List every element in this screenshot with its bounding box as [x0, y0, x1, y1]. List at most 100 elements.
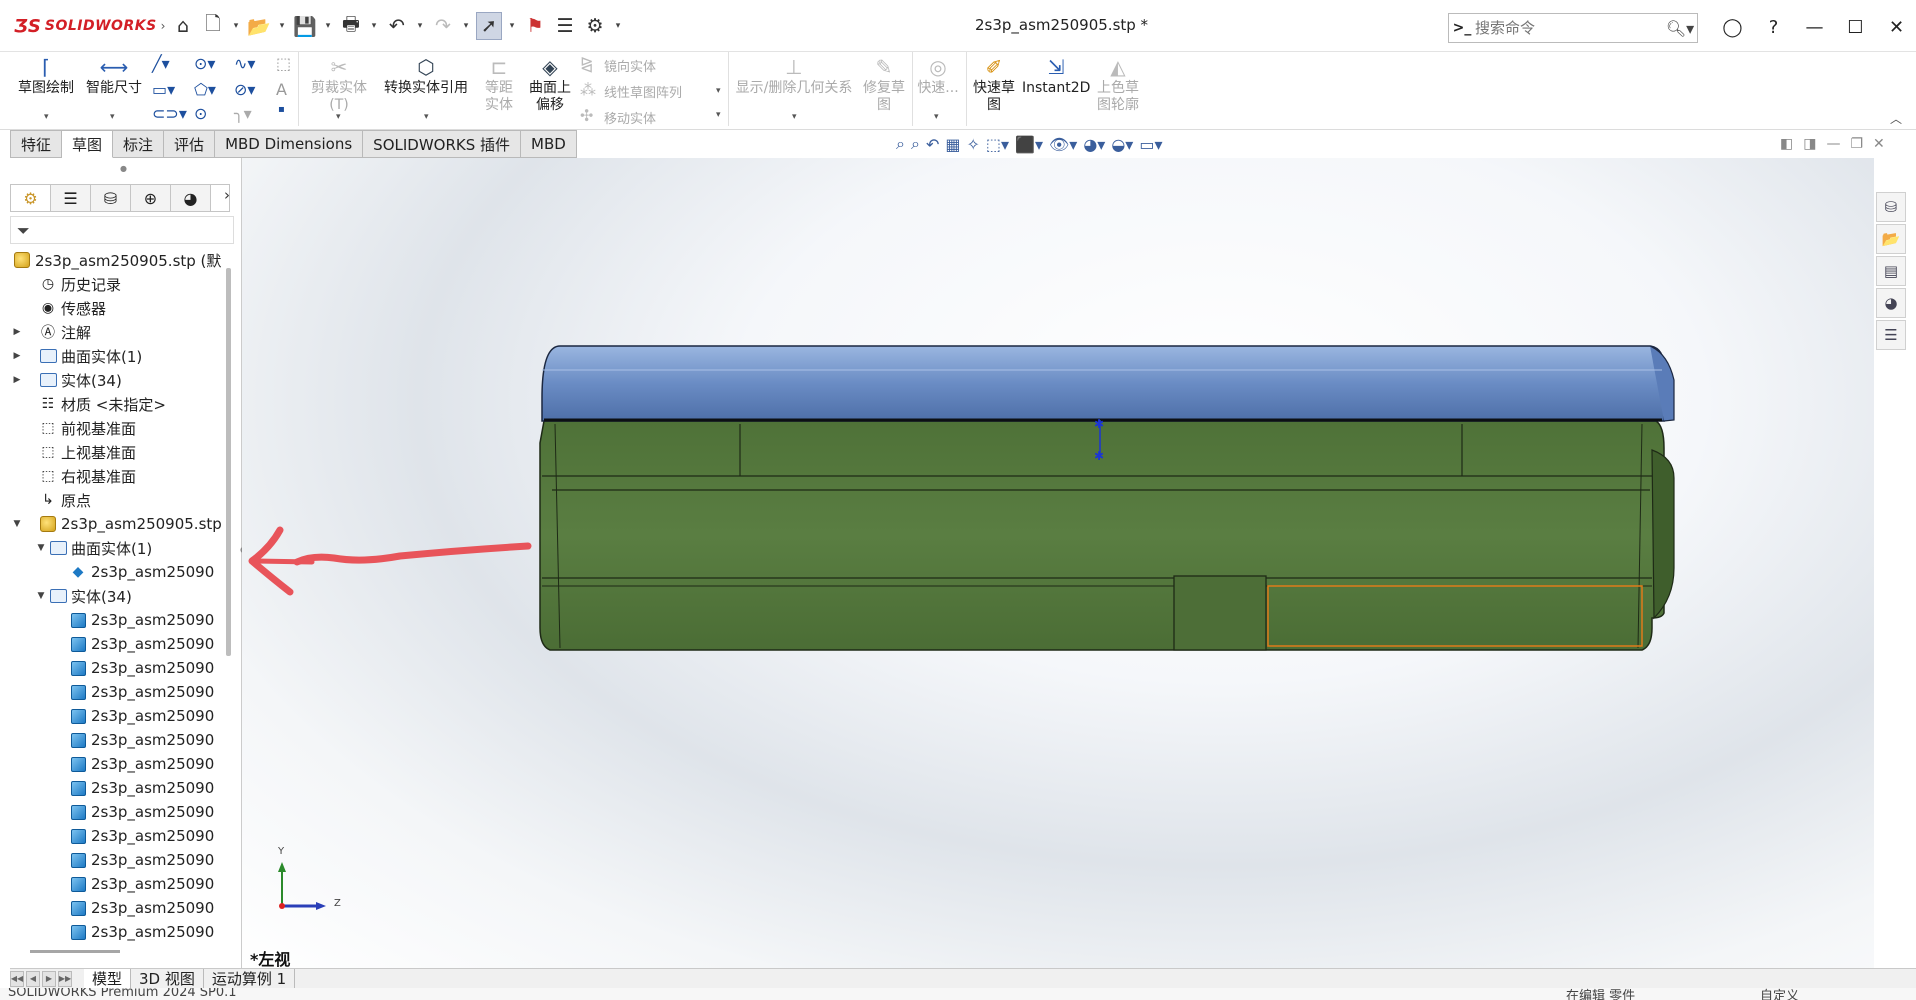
offset-entities-button[interactable]: ⊏ 等距实体: [476, 54, 522, 114]
viewport-close-icon[interactable]: ✕: [1873, 136, 1885, 152]
dynamic-annotation-icon[interactable]: ✧: [966, 135, 979, 154]
pattern-dropdown-icon[interactable]: ▾: [716, 86, 721, 96]
search-input[interactable]: [1475, 19, 1663, 37]
appearances-icon[interactable]: ◕: [1876, 288, 1906, 318]
tab-solidworks-addins[interactable]: SOLIDWORKS 插件: [363, 130, 522, 158]
linear-pattern-label[interactable]: 线性草图阵列: [604, 82, 682, 101]
tree-item-surface-body[interactable]: ◆ 2s3p_asm25090: [68, 560, 215, 584]
snaps-dropdown-icon[interactable]: ▾: [934, 112, 939, 122]
save-dropdown-icon[interactable]: ▾: [322, 21, 334, 31]
rectangle-icon[interactable]: ▭▾: [152, 80, 175, 99]
tab-evaluate[interactable]: 评估: [164, 130, 216, 158]
tab-mbd[interactable]: MBD: [521, 130, 577, 158]
search-icon[interactable]: 🔍︎▾: [1663, 19, 1697, 38]
status-units[interactable]: 自定义: [1760, 988, 1799, 1000]
tree-item-solid-body[interactable]: 2s3p_asm25090: [68, 776, 214, 800]
save-icon[interactable]: 💾: [292, 12, 318, 40]
spline-icon[interactable]: ∿▾: [234, 54, 255, 73]
linear-pattern-icon[interactable]: ⁂: [580, 80, 596, 99]
tree-horizontal-scrollbar[interactable]: [30, 950, 120, 953]
chevron-right-icon[interactable]: ›: [224, 186, 230, 204]
smart-dimension-dropdown-icon[interactable]: ▾: [110, 112, 115, 122]
tree-item-right-plane[interactable]: ⬚ 右视基准面: [24, 464, 136, 488]
fillet-icon[interactable]: ╮▾: [234, 104, 252, 123]
convert-entities-button[interactable]: ⬡ 转换实体引用: [380, 54, 472, 97]
print-dropdown-icon[interactable]: ▾: [368, 21, 380, 31]
chevron-right-icon[interactable]: ›: [161, 19, 166, 33]
tree-item-material[interactable]: ☷ 材质 <未指定>: [24, 392, 166, 416]
tree-item-annotations[interactable]: ▶ Ⓐ 注解: [10, 320, 91, 344]
search-commands[interactable]: >_ 🔍︎▾: [1448, 13, 1698, 43]
tab-features[interactable]: 特征: [10, 130, 63, 158]
collapse-icon[interactable]: ▼: [10, 519, 24, 529]
tree-item-sensors[interactable]: ◉ 传感器: [24, 296, 106, 320]
viewport-restore-icon[interactable]: ❐: [1850, 136, 1863, 152]
repair-sketch-button[interactable]: ✎ 修复草图: [858, 54, 910, 114]
view-orientation-icon[interactable]: ⬚▾: [986, 135, 1009, 154]
redo-icon[interactable]: ↷: [430, 12, 456, 40]
expand-icon[interactable]: ▶: [10, 351, 24, 361]
tree-filter[interactable]: ⏷: [10, 216, 234, 244]
graphics-area[interactable]: ✱ ✱ Y Z *左视: [242, 158, 1874, 969]
zoom-to-area-icon[interactable]: ⌕: [911, 134, 920, 154]
circle-icon[interactable]: ⊙▾: [194, 54, 215, 73]
tree-item-solid-body[interactable]: 2s3p_asm25090: [68, 920, 214, 944]
tab-mbd-dimensions[interactable]: MBD Dimensions: [215, 130, 364, 158]
options-dropdown-icon[interactable]: ▾: [612, 21, 624, 31]
display-delete-relations-button[interactable]: ⊥ 显示/删除几何关系: [734, 54, 854, 97]
point-circle-icon[interactable]: ⊙: [194, 104, 207, 123]
tree-item-solid-body[interactable]: 2s3p_asm25090: [68, 896, 214, 920]
convert-dropdown-icon[interactable]: ▾: [424, 112, 429, 122]
tile-left-icon[interactable]: ◧: [1780, 136, 1793, 152]
display-style-icon[interactable]: ⬛▾: [1015, 135, 1043, 154]
last-tab-icon[interactable]: ▶▶: [58, 970, 72, 987]
line-icon[interactable]: ╱▾: [152, 54, 170, 73]
rapid-sketch-button[interactable]: ✐ 快速草图: [968, 54, 1020, 114]
first-tab-icon[interactable]: ◀◀: [10, 970, 24, 987]
tile-right-icon[interactable]: ◨: [1803, 136, 1816, 152]
tab-3d-views[interactable]: 3D 视图: [131, 968, 204, 989]
prev-tab-icon[interactable]: ◀: [26, 970, 40, 987]
mirror-icon[interactable]: ⧎: [580, 54, 593, 73]
print-icon[interactable]: 🖶: [338, 12, 364, 40]
shaded-sketch-contours-button[interactable]: ◭ 上色草图轮廓: [1092, 54, 1144, 114]
tab-motion-study[interactable]: 运动算例 1: [204, 968, 296, 989]
help-icon[interactable]: ?: [1753, 12, 1794, 42]
redo-dropdown-icon[interactable]: ▾: [460, 21, 472, 31]
relations-dropdown-icon[interactable]: ▾: [792, 112, 797, 122]
user-icon[interactable]: ◯: [1712, 12, 1753, 42]
text-icon[interactable]: A: [276, 80, 287, 99]
tab-markup[interactable]: 标注: [113, 130, 165, 158]
tree-item-origin[interactable]: ↳ 原点: [24, 488, 91, 512]
section-view-icon[interactable]: ▦: [945, 135, 960, 154]
tree-item-solid-body[interactable]: 2s3p_asm25090: [68, 704, 214, 728]
expand-icon[interactable]: ▶: [10, 375, 24, 385]
tree-item-history[interactable]: ◷ 历史记录: [24, 272, 121, 296]
new-icon[interactable]: 🗋: [200, 12, 226, 40]
tab-model[interactable]: 模型: [84, 968, 132, 989]
model-view[interactable]: ✱ ✱: [242, 158, 1874, 968]
home-icon[interactable]: ⌂: [170, 12, 196, 40]
offset-on-surface-button[interactable]: ◈ 曲面上偏移: [526, 54, 574, 114]
slot-icon[interactable]: ⊂⊃▾: [152, 104, 187, 123]
tree-item-solid-body[interactable]: 2s3p_asm25090: [68, 872, 214, 896]
tree-item-imported-part[interactable]: ▼ 2s3p_asm250905.stp-: [10, 512, 222, 536]
tree-root[interactable]: 2s3p_asm250905.stp (默认: [12, 248, 222, 272]
collapse-ribbon-icon[interactable]: ︿: [1890, 110, 1902, 127]
apply-scene-icon[interactable]: ◒▾: [1111, 135, 1133, 154]
previous-view-icon[interactable]: ↶: [926, 135, 939, 154]
move-dropdown-icon[interactable]: ▾: [716, 110, 721, 120]
panel-grip-icon[interactable]: ●: [120, 164, 127, 173]
trim-dropdown-icon[interactable]: ▾: [336, 112, 341, 122]
hide-show-icon[interactable]: 👁▾: [1049, 135, 1077, 154]
select-icon[interactable]: ➚: [476, 12, 502, 40]
file-explorer-icon[interactable]: ▤: [1876, 256, 1906, 286]
tree-item-front-plane[interactable]: ⬚ 前视基准面: [24, 416, 136, 440]
tree-item-solid-body[interactable]: 2s3p_asm25090: [68, 632, 214, 656]
property-manager-tab-icon[interactable]: ☰: [51, 185, 91, 211]
zoom-to-fit-icon[interactable]: ⌕: [896, 134, 905, 154]
viewport-minimize-icon[interactable]: —: [1826, 136, 1840, 152]
edit-appearance-icon[interactable]: ◕▾: [1083, 135, 1105, 154]
tree-item-solid-body[interactable]: 2s3p_asm25090: [68, 752, 214, 776]
next-tab-icon[interactable]: ▶: [42, 970, 56, 987]
